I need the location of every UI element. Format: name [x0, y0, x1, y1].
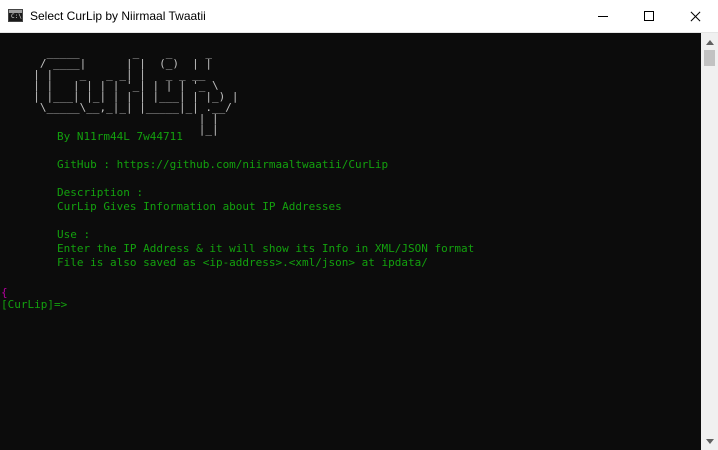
maximize-icon	[644, 11, 654, 21]
scroll-down-arrow-icon[interactable]	[706, 439, 714, 444]
minimize-button[interactable]	[580, 0, 626, 32]
close-button[interactable]	[672, 0, 718, 32]
description-label: Description :	[57, 186, 144, 199]
console-icon-text: C:\	[11, 13, 22, 20]
scroll-up-arrow-icon[interactable]	[706, 40, 714, 45]
window-title: Select CurLip by Niirmaal Twaatii	[30, 9, 206, 23]
maximize-button[interactable]	[626, 0, 672, 32]
use-label: Use :	[57, 228, 91, 241]
author-line: By N11rm44L 7w44711	[57, 130, 183, 143]
console-output[interactable]: _____ _ _ _ / ____| | | (_) | | | | _ _ …	[0, 33, 701, 450]
console-icon: C:\	[8, 9, 23, 22]
description-text: CurLip Gives Information about IP Addres…	[57, 200, 342, 213]
use-instruction-2: File is also saved as <ip-address>.<xml/…	[57, 256, 428, 269]
scrollbar-thumb[interactable]	[704, 50, 715, 66]
use-instruction-1: Enter the IP Address & it will show its …	[57, 242, 475, 255]
github-line: GitHub : https://github.com/niirmaaltwaa…	[57, 158, 389, 171]
minimize-icon	[598, 16, 608, 17]
title-bar: C:\ Select CurLip by Niirmaal Twaatii	[0, 0, 718, 33]
command-prompt[interactable]: [CurLip]=>	[1, 298, 67, 312]
vertical-scrollbar[interactable]	[701, 33, 718, 450]
